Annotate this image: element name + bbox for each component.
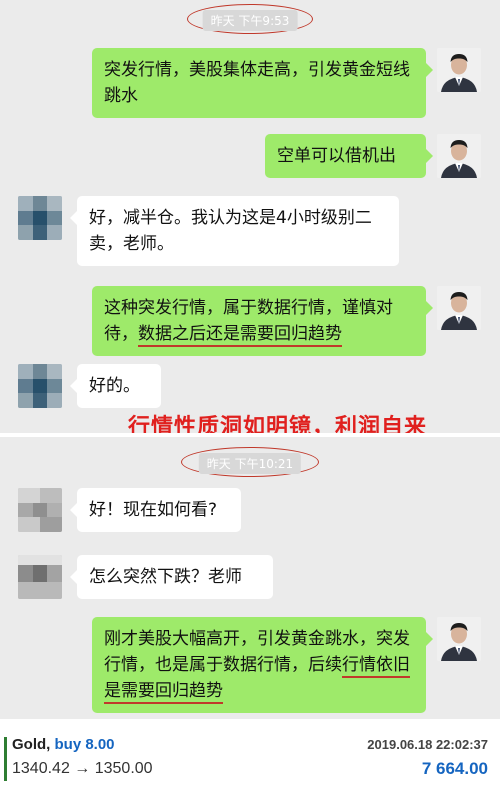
trade-symbol-line: Gold, buy 8.00	[12, 736, 115, 753]
chat-panel-1: 昨天 下午9:53 突发行情，美股集体走高，引发黄金短线跳水 空单可以借机出 好…	[0, 0, 500, 440]
trade-record: Gold, buy 8.00 1340.42 → 1350.00 2019.06…	[0, 728, 500, 788]
trade-symbol: Gold,	[12, 736, 51, 753]
trade-accent-bar	[4, 737, 7, 781]
teacher-avatar-icon[interactable]	[437, 286, 481, 330]
message-text: 好！现在如何看?	[89, 500, 218, 520]
message-text: 好的。	[89, 376, 140, 396]
message-text: 突发行情，美股集体走高，引发黄金短线跳水	[104, 60, 410, 106]
message-bubble-sent[interactable]: 突发行情，美股集体走高，引发黄金短线跳水	[92, 48, 433, 118]
message-bubble-sent[interactable]: 这种突发行情，属于数据行情，谨慎对待，数据之后还是需要回归趋势	[92, 286, 433, 356]
user-avatar-icon[interactable]	[18, 555, 62, 599]
user-avatar-icon[interactable]	[18, 488, 62, 532]
timestamp: 昨天 下午10:21	[198, 453, 302, 474]
message-bubble-sent[interactable]: 空单可以借机出	[265, 134, 433, 178]
user-avatar-icon[interactable]	[18, 196, 62, 240]
message-bubble-received[interactable]: 好，减半仓。我认为这是4小时级别二卖，老师。	[70, 196, 399, 266]
message-text-underlined: 数据之后还是需要回归趋势	[138, 324, 342, 347]
chat-panel-2: 昨天 下午10:21 好！现在如何看? 怎么突然下跌？老师 刚才美股大幅高开，引…	[0, 437, 500, 719]
message-text: 怎么突然下跌？老师	[89, 567, 242, 587]
message-bubble-sent[interactable]: 刚才美股大幅高开，引发黄金跳水，突发行情，也是属于数据行情，后续行情依旧是需要回…	[92, 617, 433, 713]
timestamp: 昨天 下午9:53	[202, 10, 298, 31]
trade-action: buy 8.00	[54, 736, 115, 753]
message-text: 空单可以借机出	[277, 146, 396, 166]
message-bubble-received[interactable]: 怎么突然下跌？老师	[70, 555, 273, 599]
teacher-avatar-icon[interactable]	[437, 134, 481, 178]
teacher-avatar-icon[interactable]	[437, 48, 481, 92]
message-bubble-received[interactable]: 好的。	[70, 364, 161, 408]
trade-prices: 1340.42 → 1350.00	[12, 760, 153, 777]
trade-profit: 7 664.00	[421, 759, 488, 778]
message-text: 好，减半仓。我认为这是4小时级别二卖，老师。	[89, 208, 372, 254]
message-bubble-received[interactable]: 好！现在如何看?	[70, 488, 241, 532]
teacher-avatar-icon[interactable]	[437, 617, 481, 661]
user-avatar-icon[interactable]	[18, 364, 62, 408]
trade-datetime: 2019.06.18 22:02:37	[367, 737, 488, 752]
